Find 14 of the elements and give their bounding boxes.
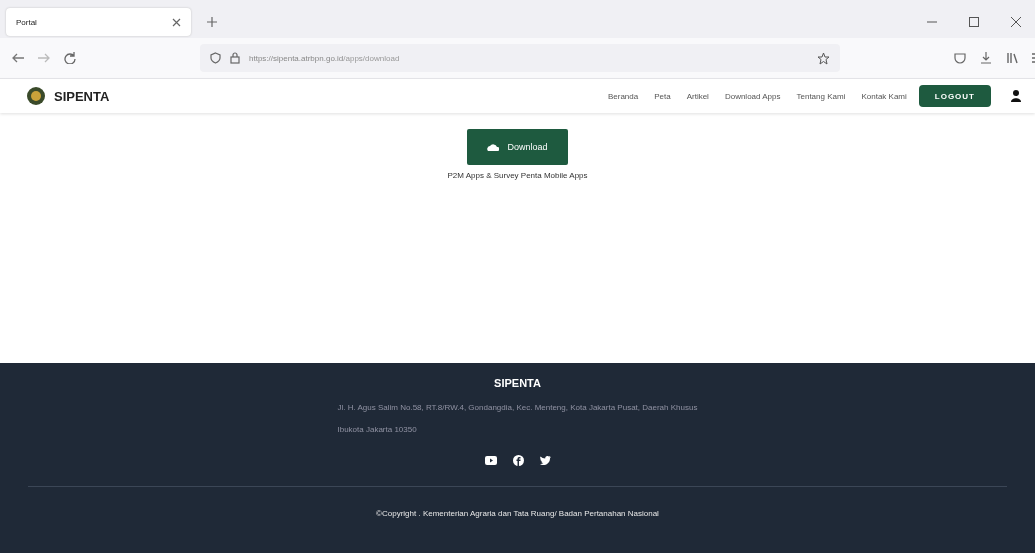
- nav-link[interactable]: Kontak Kami: [861, 91, 907, 101]
- nav-link[interactable]: Artikel: [686, 91, 709, 101]
- site-logo-text[interactable]: SIPENTA: [54, 88, 110, 104]
- copyright-text: ©Copyright . Kementerian Agraria dan Tata Ruang/ Badan Pertanahan Nasional: [376, 509, 659, 518]
- logout-button[interactable]: LOGOUT: [918, 85, 991, 107]
- browser-tab[interactable]: Portal: [6, 8, 191, 36]
- nav-link[interactable]: Beranda: [607, 91, 639, 101]
- nav-link[interactable]: Peta: [654, 91, 671, 101]
- nav-link[interactable]: Download Apps: [724, 91, 781, 101]
- nav-link[interactable]: Tentang Kami: [796, 91, 846, 101]
- footer-address: Jl. H. Agus Salim No.58, RT.8/RW.4, Gondangdia, Kec. Menteng, Kota Jakarta Pusat, Daerah Khusus Ibukota Jakarta 10350: [337, 402, 698, 436]
- footer-title: SIPENTA: [494, 377, 541, 389]
- apps-caption: P2M Apps & Survey Penta Mobile Apps: [447, 171, 588, 180]
- download-button[interactable]: Download: [467, 129, 568, 165]
